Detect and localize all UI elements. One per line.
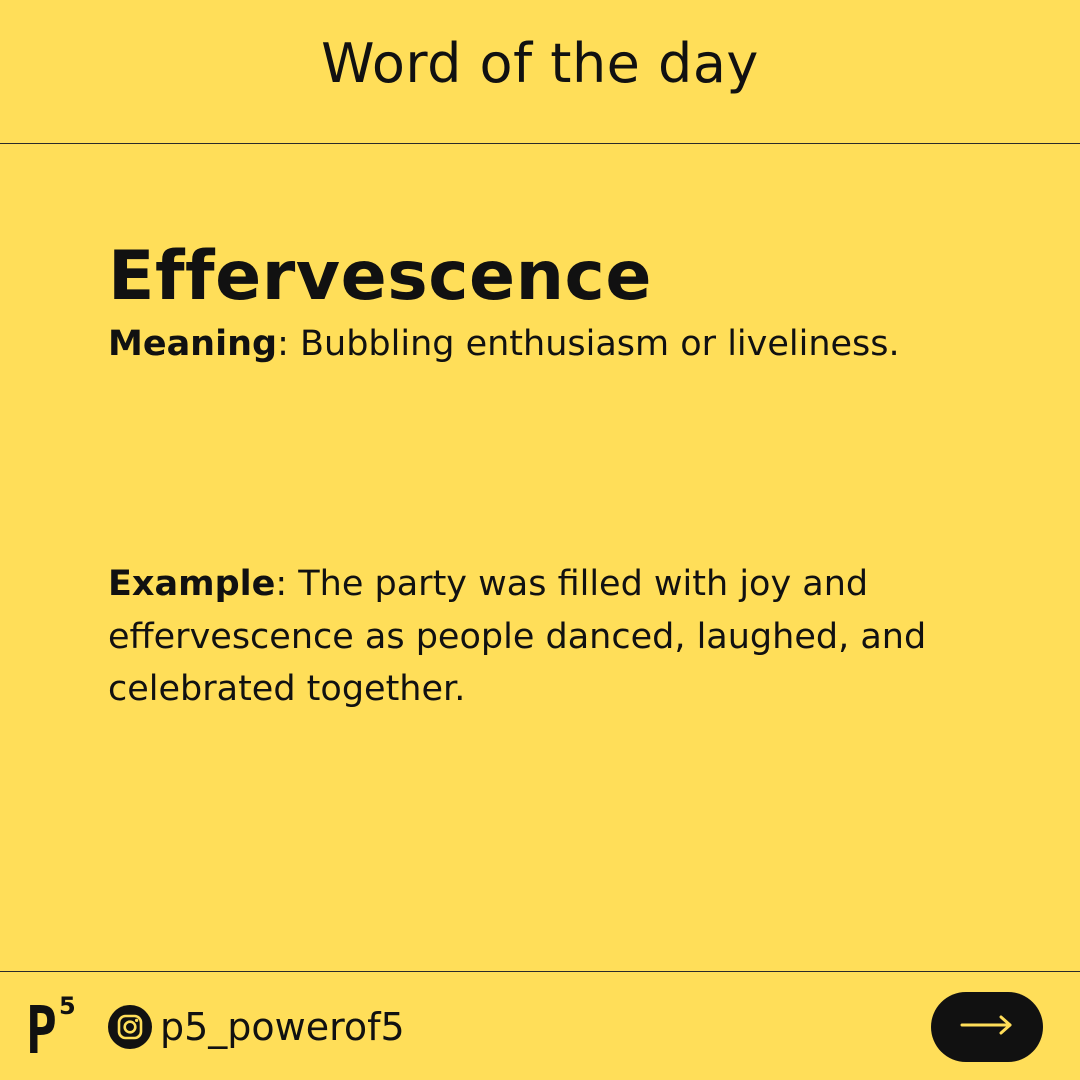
next-button[interactable] [931, 992, 1043, 1062]
brand-logo: P 5 [26, 992, 82, 1069]
social-handle[interactable]: p5_powerof5 [108, 1004, 405, 1050]
arrow-right-icon [960, 1015, 1014, 1039]
word-heading: Effervescence [108, 237, 652, 316]
meaning-text: : Bubbling enthusiasm or liveliness. [277, 324, 900, 365]
example-label: Example [108, 564, 276, 604]
logo-letter: P [26, 992, 58, 1069]
meaning-label: Meaning [108, 324, 278, 365]
page-title: Word of the day [321, 32, 759, 95]
instagram-handle: p5_powerof5 [160, 1005, 405, 1049]
logo-superscript: 5 [59, 992, 76, 1020]
instagram-icon [108, 1005, 152, 1049]
example-paragraph: Example: The party was filled with joy a… [108, 558, 988, 716]
footer: P 5 p5_powerof5 [0, 971, 1080, 1080]
header: Word of the day [0, 0, 1080, 144]
meaning-line: Meaning: Bubbling enthusiasm or liveline… [108, 322, 988, 368]
word-entry: Effervescence Meaning: Bubbling enthusia… [108, 237, 988, 368]
